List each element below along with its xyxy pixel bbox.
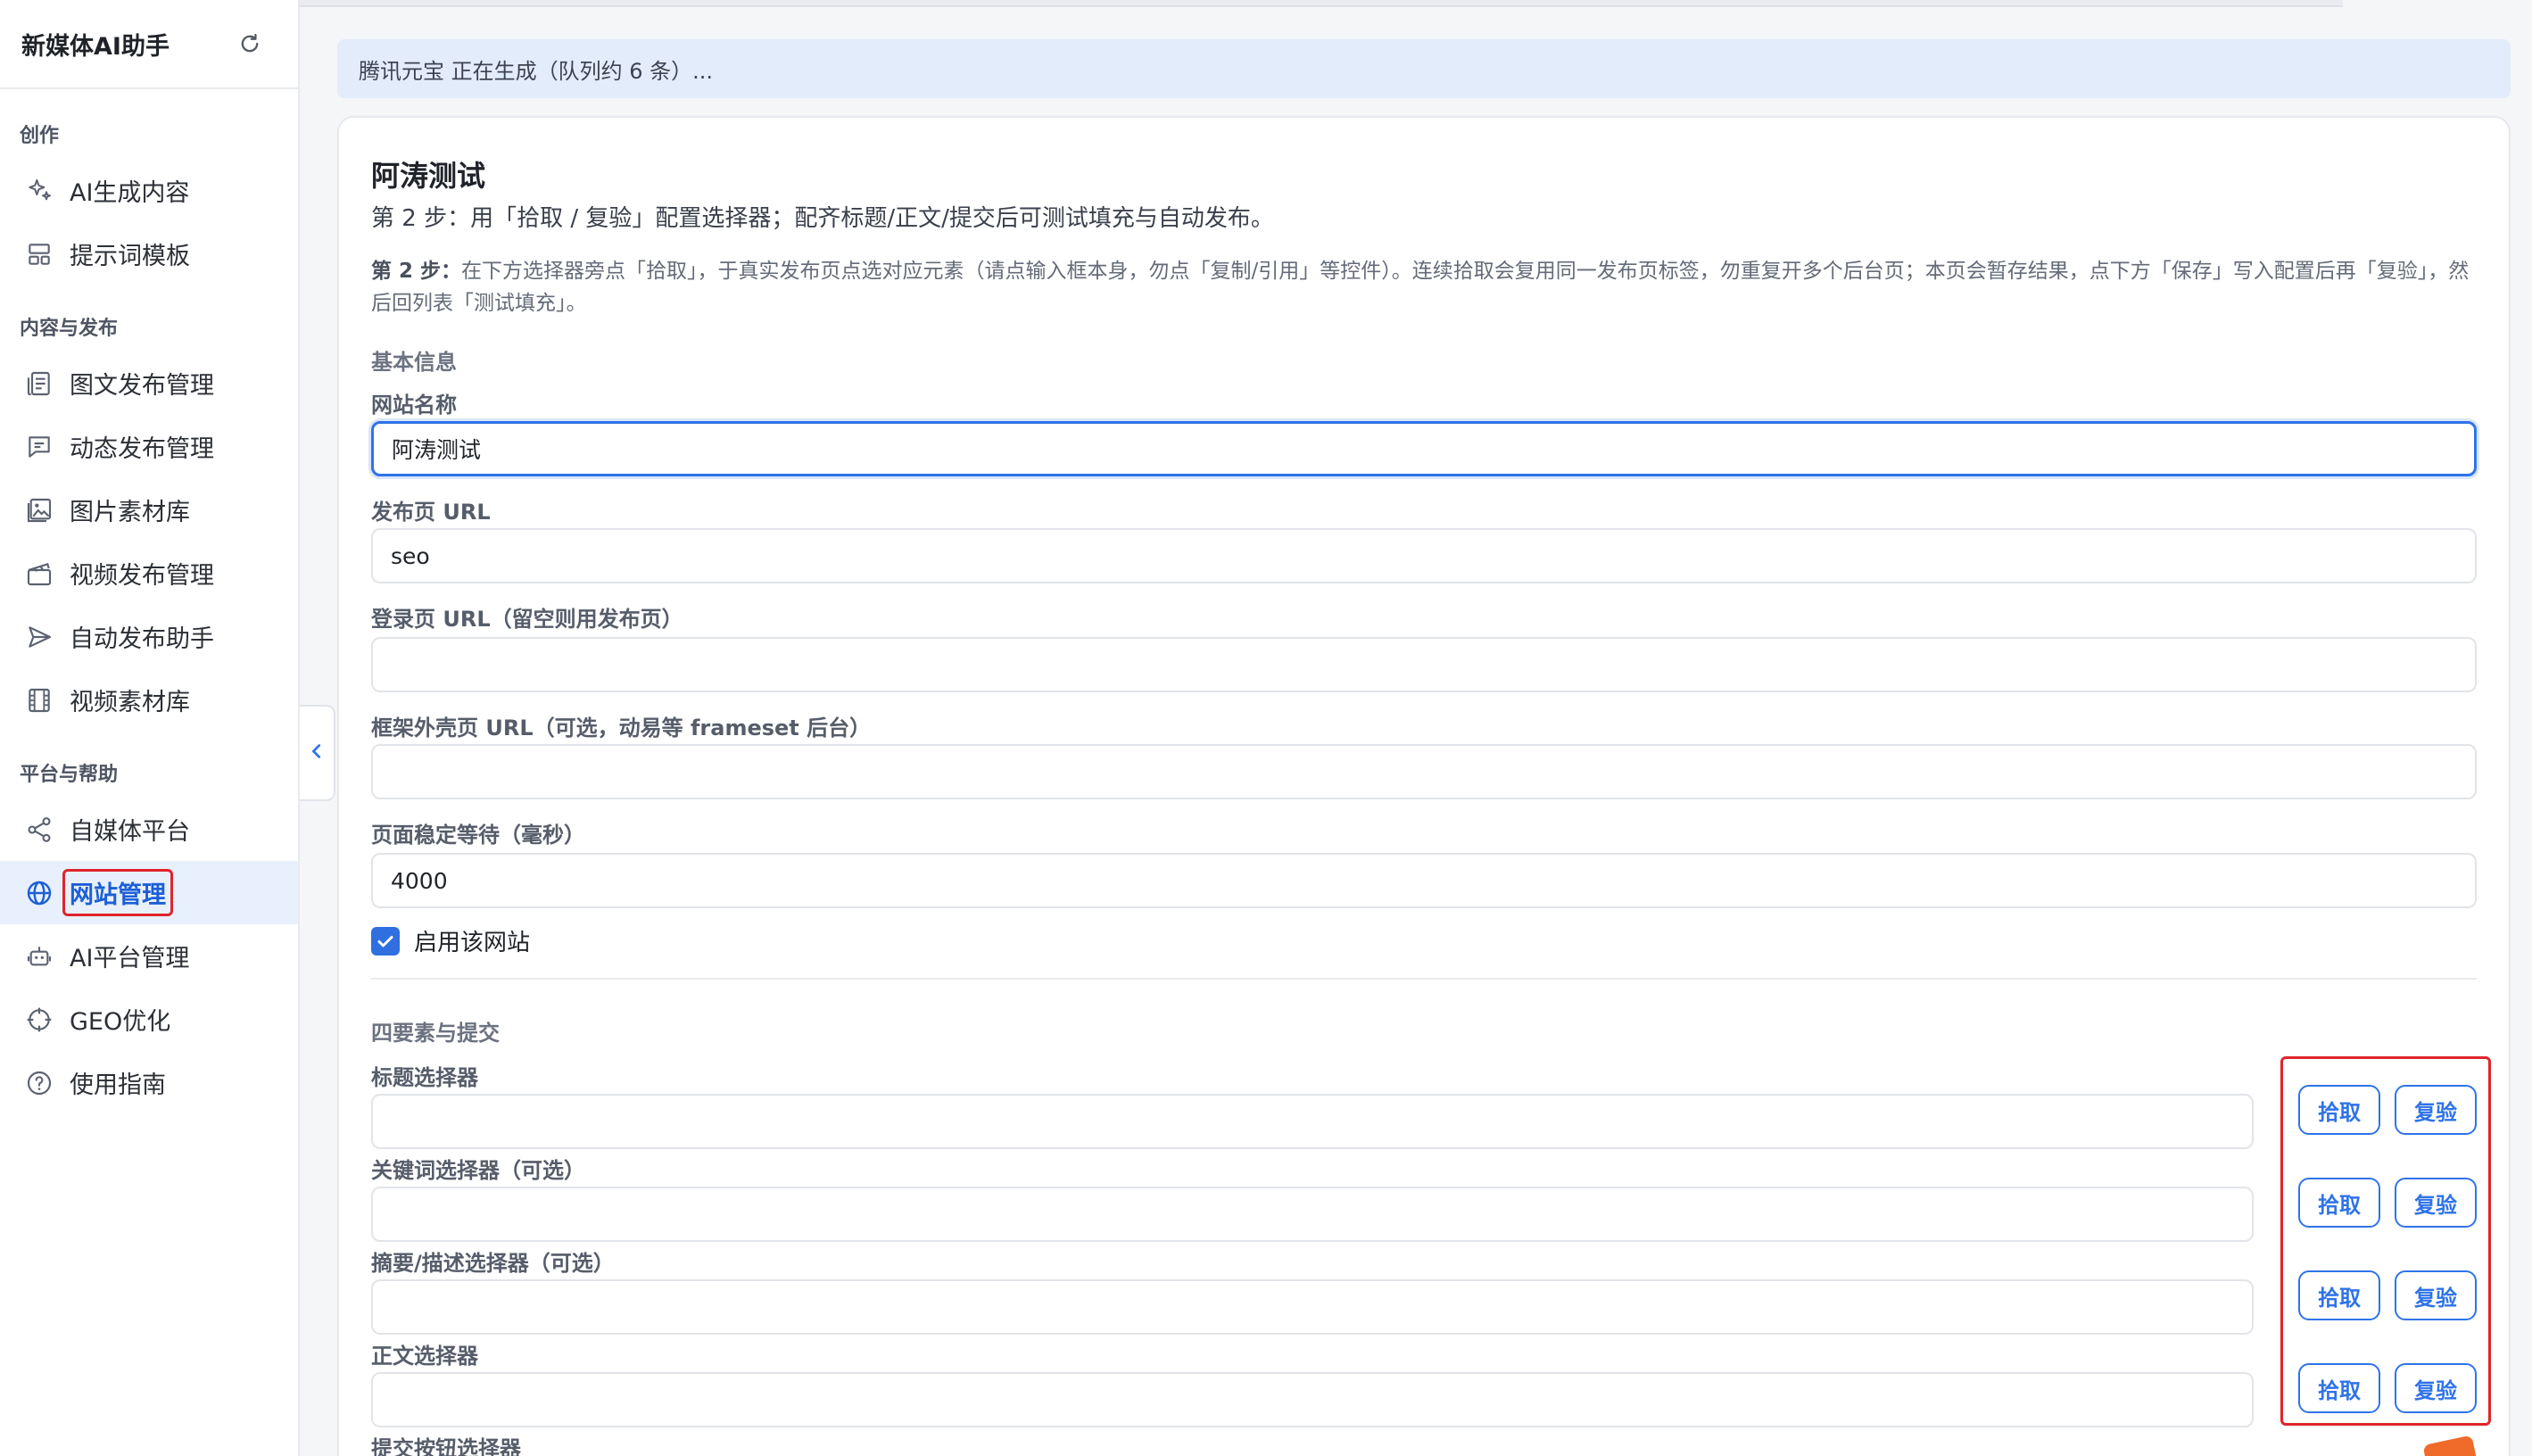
login-url-label: 登录页 URL（留空则用发布页）: [371, 607, 683, 632]
robot-icon: [23, 940, 55, 972]
sidebar-group-title: 创作: [20, 125, 60, 147]
sidebar-item-auto-publish[interactable]: 自动发布助手: [0, 605, 298, 668]
section-selectors: 四要素与提交: [371, 1021, 500, 1046]
body-selector-input[interactable]: [371, 1372, 2254, 1427]
film-icon: [23, 684, 55, 716]
help-icon: [23, 1067, 55, 1099]
refresh-icon[interactable]: [237, 31, 262, 56]
target-icon: [23, 1004, 55, 1036]
sidebar-item-post-publish[interactable]: 动态发布管理: [0, 415, 298, 478]
sidebar-item-label: GEO优化: [70, 1008, 171, 1036]
template-icon: [23, 238, 55, 270]
enable-site-checkbox[interactable]: [371, 926, 400, 956]
section-basic-info: 基本信息: [371, 350, 457, 375]
article-icon: [23, 368, 55, 400]
submit-selector-label: 提交按钮选择器: [371, 1436, 521, 1456]
site-name-input[interactable]: [371, 421, 2477, 476]
wait-ms-label: 页面稳定等待（毫秒）: [371, 823, 585, 848]
pick-title-button[interactable]: 拾取: [2298, 1085, 2380, 1135]
sidebar-header: 新媒体AI助手: [0, 0, 298, 89]
enable-site-label: 启用该网站: [414, 930, 531, 956]
sidebar-item-prompt-templates[interactable]: 提示词模板: [0, 222, 298, 285]
sidebar-group-title: 平台与帮助: [20, 764, 119, 786]
verify-body-button[interactable]: 复验: [2395, 1363, 2477, 1413]
sidebar-item-label: 图文发布管理: [70, 372, 214, 400]
sidebar-item-label: AI平台管理: [70, 945, 190, 972]
title-selector-input[interactable]: [371, 1094, 2254, 1149]
publish-url-label: 发布页 URL: [371, 500, 491, 525]
publish-url-input[interactable]: [371, 528, 2477, 583]
sidebar-item-label: AI生成内容: [70, 179, 190, 207]
message-icon: [23, 431, 55, 463]
wait-ms-input[interactable]: [371, 853, 2477, 908]
app-window: 新媒体AI助手 创作 AI生成内容 提示词模板 内容与发布 图文发布管理 动态发…: [0, 0, 2532, 1456]
step-description-body: 在下方选择器旁点「拾取」，于真实发布页点选对应元素（请点输入框本身，勿点「复制/…: [371, 260, 2470, 315]
pick-body-button[interactable]: 拾取: [2298, 1363, 2380, 1413]
body-selector-label: 正文选择器: [371, 1344, 478, 1369]
clapper-icon: [23, 558, 55, 590]
status-banner: 腾讯元宝 正在生成（队列约 6 条）...: [337, 39, 2511, 98]
sidebar-group-title: 内容与发布: [20, 318, 119, 340]
status-banner-text: 腾讯元宝 正在生成（队列约 6 条）...: [359, 58, 714, 84]
sparkle-icon: [23, 175, 55, 207]
sidebar: 新媒体AI助手 创作 AI生成内容 提示词模板 内容与发布 图文发布管理 动态发…: [0, 0, 300, 1456]
sidebar-item-label: 自媒体平台: [70, 818, 190, 846]
verify-summary-button[interactable]: 复验: [2395, 1270, 2477, 1320]
sidebar-item-label: 图片素材库: [70, 499, 190, 526]
sidebar-item-label: 使用指南: [70, 1071, 166, 1099]
sidebar-item-ai-platforms[interactable]: AI平台管理: [0, 924, 298, 988]
summary-selector-input[interactable]: [371, 1279, 2254, 1335]
chevron-left-icon: [307, 741, 327, 765]
step-description-prefix: 第 2 步：: [371, 260, 462, 283]
sidebar-item-video-publish[interactable]: 视频发布管理: [0, 542, 298, 605]
sidebar-item-label: 视频素材库: [70, 689, 190, 716]
send-icon: [23, 621, 55, 653]
summary-selector-label: 摘要/描述选择器（可选）: [371, 1251, 615, 1276]
title-selector-label: 标题选择器: [371, 1065, 478, 1090]
pick-summary-button[interactable]: 拾取: [2298, 1270, 2380, 1320]
website-config-card: 阿涛测试 第 2 步：用「拾取 / 复验」配置选择器；配齐标题/正文/提交后可测…: [337, 116, 2511, 1456]
sidebar-item-label: 动态发布管理: [70, 435, 214, 463]
share-icon: [23, 814, 55, 846]
step-subtitle: 第 2 步：用「拾取 / 复验」配置选择器；配齐标题/正文/提交后可测试填充与自…: [371, 205, 1274, 232]
checkmark-icon: [377, 935, 393, 947]
sidebar-item-label: 视频发布管理: [70, 562, 214, 590]
section-divider: [371, 978, 2477, 980]
frame-url-label: 框架外壳页 URL（可选，动易等 frameset 后台）: [371, 716, 872, 740]
frame-url-input[interactable]: [371, 744, 2477, 799]
image-icon: [23, 494, 55, 526]
sidebar-item-label: 自动发布助手: [70, 625, 214, 653]
app-title: 新媒体AI助手: [21, 32, 170, 61]
sidebar-item-user-guide[interactable]: 使用指南: [0, 1051, 298, 1114]
verify-title-button[interactable]: 复验: [2395, 1085, 2477, 1135]
sidebar-item-article-publish[interactable]: 图文发布管理: [0, 352, 298, 415]
sidebar-item-image-library[interactable]: 图片素材库: [0, 478, 298, 542]
sidebar-item-ai-content[interactable]: AI生成内容: [0, 159, 298, 222]
sidebar-item-media-platforms[interactable]: 自媒体平台: [0, 798, 298, 861]
step-description: 第 2 步：在下方选择器旁点「拾取」，于真实发布页点选对应元素（请点输入框本身，…: [371, 255, 2480, 319]
sidebar-item-video-library[interactable]: 视频素材库: [0, 668, 298, 732]
keywords-selector-input[interactable]: [371, 1187, 2254, 1242]
top-scroll-edge: [157, 0, 2343, 7]
pick-keywords-button[interactable]: 拾取: [2298, 1178, 2380, 1228]
sidebar-item-label: 网站管理: [62, 869, 173, 916]
sidebar-item-geo-optimization[interactable]: GEO优化: [0, 988, 298, 1051]
page-title: 阿涛测试: [371, 159, 486, 193]
sidebar-collapse-button[interactable]: [300, 705, 335, 801]
keywords-selector-label: 关键词选择器（可选）: [371, 1158, 585, 1183]
site-name-label: 网站名称: [371, 393, 457, 418]
enable-site-row: 启用该网站: [371, 924, 530, 957]
verify-keywords-button[interactable]: 复验: [2395, 1178, 2477, 1228]
login-url-input[interactable]: [371, 637, 2477, 692]
globe-icon: [23, 877, 55, 909]
sidebar-item-label: 提示词模板: [70, 243, 190, 270]
sidebar-item-website-management[interactable]: 网站管理: [0, 861, 298, 924]
